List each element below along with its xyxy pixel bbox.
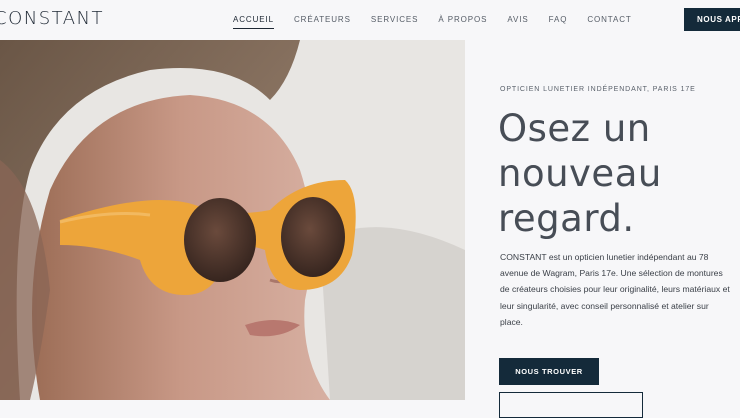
main-nav: ACCUEIL CRÉATEURS SERVICES À PROPOS AVIS… [233,15,652,29]
nav-services[interactable]: SERVICES [371,15,419,29]
portrait-photo-icon [0,40,465,400]
call-button[interactable]: NOUS APPELER [684,8,740,31]
nav-createurs[interactable]: CRÉATEURS [294,15,351,29]
nav-faq[interactable]: FAQ [549,15,568,29]
hero-eyebrow: OPTICIEN LUNETIER INDÉPENDANT, PARIS 17E [500,86,696,93]
nav-accueil[interactable]: ACCUEIL [233,15,274,29]
hero-headline: Osez un nouveau regard. [498,107,662,240]
nav-a-propos[interactable]: À PROPOS [438,15,487,29]
hero-description: CONSTANT est un opticien lunetier indépe… [500,252,730,327]
nav-contact[interactable]: CONTACT [587,15,631,29]
hero-image [0,40,465,400]
brand-logo[interactable]: CONSTANT [0,8,104,29]
find-us-button[interactable]: NOUS TROUVER [499,358,599,385]
secondary-button[interactable] [499,392,643,418]
nav-avis[interactable]: AVIS [507,15,528,29]
site-header: CONSTANT ACCUEIL CRÉATEURS SERVICES À PR… [0,0,740,40]
